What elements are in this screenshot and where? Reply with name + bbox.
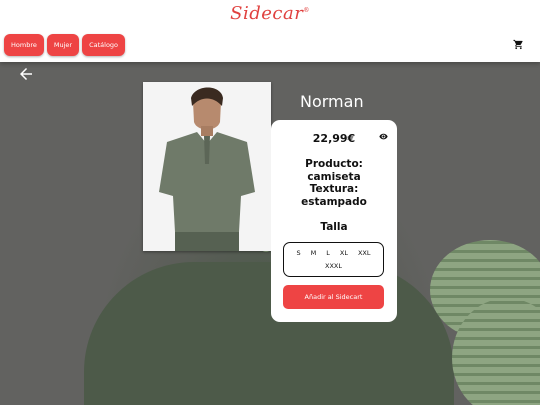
eye-icon[interactable] bbox=[378, 132, 389, 141]
size-option-xxl[interactable]: XXL bbox=[358, 249, 371, 257]
size-option-xxxl[interactable]: XXXL bbox=[325, 262, 342, 270]
product-card: 22,99€ Producto: camiseta Textura: estam… bbox=[271, 120, 397, 322]
nav-catalogo-button[interactable]: Catálogo bbox=[82, 34, 126, 56]
desc-label-product: Producto: bbox=[305, 158, 363, 170]
size-option-l[interactable]: L bbox=[326, 249, 330, 257]
product-image bbox=[143, 82, 271, 251]
desc-value-product: camiseta bbox=[307, 170, 361, 183]
size-option-xl[interactable]: XL bbox=[340, 249, 348, 257]
nav-mujer-button[interactable]: Mujer bbox=[46, 34, 80, 56]
main-nav: Hombre Mujer Catálogo bbox=[4, 34, 126, 56]
desc-label-texture: Textura: bbox=[309, 183, 359, 195]
logo[interactable]: Sidecar® bbox=[0, 3, 540, 24]
product-name: Norman bbox=[300, 92, 364, 111]
size-option-m[interactable]: M bbox=[311, 249, 317, 257]
cart-icon[interactable] bbox=[513, 39, 524, 50]
arrow-left-icon[interactable] bbox=[17, 65, 35, 83]
top-bar: Sidecar® Hombre Mujer Catálogo bbox=[0, 0, 540, 62]
desc-value-texture: estampado bbox=[301, 195, 367, 208]
registered-mark: ® bbox=[303, 7, 310, 14]
logo-text: Sidecar bbox=[230, 3, 304, 24]
size-selector: S M L XL XXL XXXL bbox=[283, 242, 384, 277]
nav-hombre-button[interactable]: Hombre bbox=[4, 34, 44, 56]
size-option-s[interactable]: S bbox=[297, 249, 301, 257]
size-title: Talla bbox=[320, 221, 348, 233]
add-to-cart-button[interactable]: Añadir al Sidecart bbox=[283, 285, 384, 309]
product-description: Producto: camiseta Textura: estampado bbox=[271, 158, 397, 208]
